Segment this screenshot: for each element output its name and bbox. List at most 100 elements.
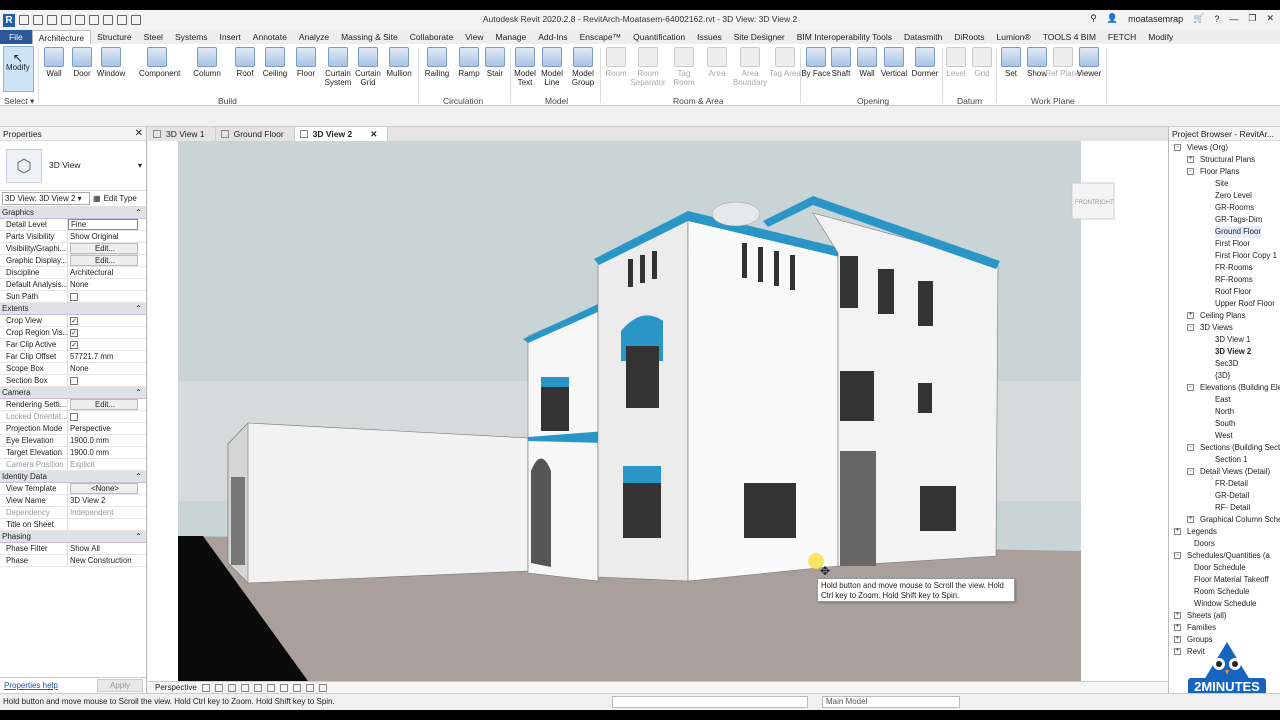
restore-icon[interactable]: ❐	[1248, 13, 1256, 24]
browser-item[interactable]: Ground Floor	[1169, 226, 1280, 238]
menu-tab[interactable]: Datasmith	[898, 30, 948, 44]
shadows-icon[interactable]	[240, 683, 249, 692]
menu-tab[interactable]: File	[0, 30, 32, 44]
property-value[interactable]: Explicit	[68, 459, 146, 470]
property-value[interactable]: Show All	[68, 543, 146, 554]
menu-tab[interactable]: Steel	[138, 30, 169, 44]
view-tab[interactable]: Ground Floor	[216, 127, 295, 141]
expand-icon[interactable]: +	[1187, 156, 1194, 163]
checkbox[interactable]: ✓	[70, 316, 78, 325]
property-value[interactable]: ✓	[68, 327, 146, 338]
expand-icon[interactable]: -	[1187, 444, 1194, 451]
checkbox[interactable]: ✓	[70, 340, 78, 349]
menu-tab[interactable]: Architecture	[31, 30, 92, 44]
property-value[interactable]: 3D View 2	[68, 495, 146, 506]
property-group-header[interactable]: Camera ⌃	[0, 387, 146, 399]
expand-icon[interactable]: -	[1174, 144, 1181, 151]
menu-tab[interactable]: Enscape™	[574, 30, 628, 44]
menu-tab[interactable]: Massing & Site	[335, 30, 404, 44]
expand-icon[interactable]: -	[1187, 168, 1194, 175]
menu-tab[interactable]: Add-Ins	[532, 30, 573, 44]
ribbon-button[interactable]: Tag Room	[666, 47, 702, 87]
ribbon-button[interactable]: Mullion	[381, 47, 417, 78]
binoculars-icon[interactable]: ⚲	[1090, 13, 1097, 24]
property-value[interactable]	[68, 291, 146, 302]
drawing-area[interactable]: FRONT RIGHT ✥	[148, 141, 1168, 681]
property-value[interactable]: ✓	[68, 315, 146, 326]
browser-item[interactable]: Doors	[1169, 538, 1280, 550]
status-field[interactable]	[612, 696, 808, 708]
menu-tab[interactable]: Modify	[1142, 30, 1179, 44]
cart-icon[interactable]: 🛒	[1193, 13, 1204, 24]
minimize-icon[interactable]: —	[1229, 14, 1238, 24]
reveal-hidden-icon[interactable]	[318, 683, 327, 692]
property-value[interactable]: None	[68, 363, 146, 374]
browser-item[interactable]: GR-Detail	[1169, 490, 1280, 502]
view-tab[interactable]: 3D View 1	[148, 127, 216, 141]
ribbon-button[interactable]: Component	[139, 47, 180, 78]
modify-label-wrap[interactable]: ↖ Modify	[6, 52, 30, 72]
browser-item[interactable]: Site	[1169, 178, 1280, 190]
browser-item[interactable]: -3D Views	[1169, 322, 1280, 334]
browser-item[interactable]: {3D}	[1169, 370, 1280, 382]
projection-mode[interactable]: Perspective	[155, 682, 197, 693]
expand-icon[interactable]: +	[1174, 648, 1181, 655]
ribbon-button[interactable]: Railing	[419, 47, 455, 78]
collapse-icon[interactable]: ⌃	[135, 303, 142, 315]
view-tab[interactable]: 3D View 2 ✕	[294, 127, 389, 141]
user-icon[interactable]: 👤	[1107, 13, 1118, 24]
visual-style-icon[interactable]	[214, 683, 223, 692]
browser-item[interactable]: - Sections (Building Sect	[1169, 442, 1280, 454]
apply-button[interactable]: Apply	[96, 679, 143, 692]
checkbox[interactable]	[70, 412, 78, 421]
menu-tab[interactable]: Annotate	[247, 30, 293, 44]
chevron-down-icon[interactable]: ▾	[138, 161, 142, 170]
menu-tab[interactable]: Collaborate	[404, 30, 459, 44]
expand-icon[interactable]: -	[1174, 552, 1181, 559]
ribbon-button[interactable]: Area	[699, 47, 735, 78]
edit-type-button[interactable]: Edit Type	[104, 194, 137, 203]
property-value[interactable]: Perspective	[68, 423, 146, 434]
browser-item[interactable]: North	[1169, 406, 1280, 418]
property-group-header[interactable]: Extents ⌃	[0, 303, 146, 315]
browser-item[interactable]: Zero Level	[1169, 190, 1280, 202]
browser-item[interactable]: - Floor Plans	[1169, 166, 1280, 178]
close-icon[interactable]: ✕	[135, 127, 143, 141]
menu-tab[interactable]: Insert	[214, 30, 247, 44]
browser-item[interactable]: Upper Roof Floor	[1169, 298, 1280, 310]
checkbox[interactable]	[70, 376, 78, 385]
expand-icon[interactable]: +	[1174, 528, 1181, 535]
sun-path-icon[interactable]	[227, 683, 236, 692]
property-value[interactable]	[68, 519, 146, 530]
ribbon-button[interactable]: Column	[189, 47, 225, 78]
menu-tab[interactable]: DiRoots	[948, 30, 990, 44]
show-crop-icon[interactable]	[279, 683, 288, 692]
browser-item[interactable]: Section 1	[1169, 454, 1280, 466]
browser-item[interactable]: GR-Rooms	[1169, 202, 1280, 214]
expand-icon[interactable]: -	[1187, 324, 1194, 331]
user-name[interactable]: moatasemrap	[1128, 14, 1183, 24]
ribbon-button[interactable]: Model Group	[565, 47, 601, 87]
property-value[interactable]: 57721.7 mm	[68, 351, 146, 362]
edit-button[interactable]: <None>	[70, 483, 138, 494]
browser-item[interactable]: FR-Rooms	[1169, 262, 1280, 274]
collapse-icon[interactable]: ⌃	[135, 387, 142, 399]
browser-item[interactable]: + Structural Plans	[1169, 154, 1280, 166]
menu-tab[interactable]: TOOLS 4 BIM	[1037, 30, 1102, 44]
close-icon[interactable]: ✕	[1266, 13, 1274, 24]
ribbon-button[interactable]: Floor	[288, 47, 324, 78]
edit-button[interactable]: Edit...	[70, 399, 138, 410]
browser-item[interactable]: + Graphical Column Sche	[1169, 514, 1280, 526]
menu-tab[interactable]: Manage	[490, 30, 533, 44]
browser-item[interactable]: 3D View 2	[1169, 346, 1280, 358]
checkbox[interactable]: ✓	[70, 328, 78, 337]
property-value[interactable]: Architectural	[68, 267, 146, 278]
ribbon-button[interactable]: Viewer	[1071, 47, 1107, 78]
collapse-icon[interactable]: ⌃	[135, 531, 142, 543]
instance-selector[interactable]: 3D View: 3D View 2 ▾	[2, 192, 90, 205]
view-cube-front[interactable]: FRONT	[1075, 200, 1096, 206]
view-cube-right[interactable]: RIGHT	[1095, 200, 1114, 206]
property-value[interactable]: 1900.0 mm	[68, 447, 146, 458]
browser-item[interactable]: - Detail Views (Detail)	[1169, 466, 1280, 478]
checkbox[interactable]	[70, 292, 78, 301]
